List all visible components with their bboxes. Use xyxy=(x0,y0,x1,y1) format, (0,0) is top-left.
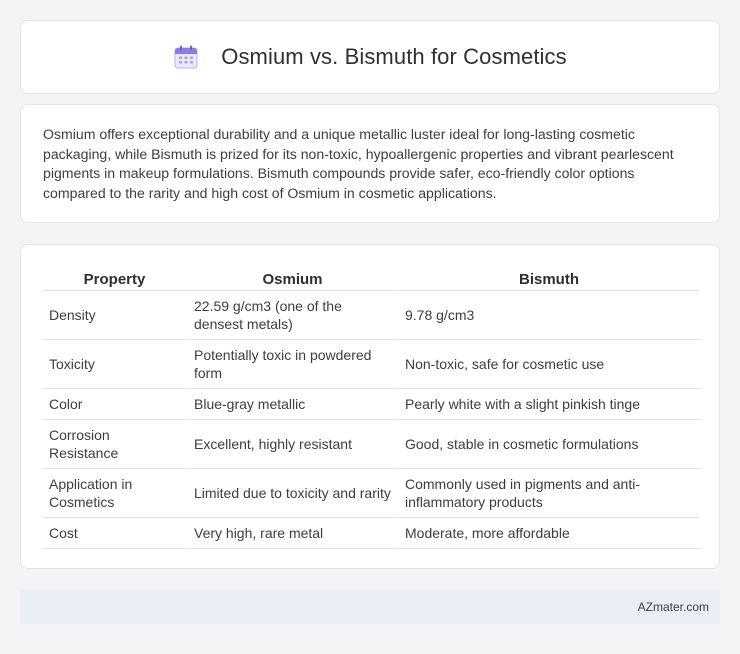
table-cell-osmium: Limited due to toxicity and rarity xyxy=(186,469,397,518)
calendar-icon xyxy=(173,44,199,70)
footer-site-label: AZmater.com xyxy=(637,600,709,614)
column-header-property: Property xyxy=(43,265,186,291)
table-header-row: Property Osmium Bismuth xyxy=(43,265,699,291)
table-row: Density 22.59 g/cm3 (one of the densest … xyxy=(43,291,699,340)
table-cell-property: Application in Cosmetics xyxy=(43,469,186,518)
title-card: Osmium vs. Bismuth for Cosmetics xyxy=(20,20,720,94)
table-cell-bismuth: Good, stable in cosmetic formulations xyxy=(397,420,699,469)
table-row: Toxicity Potentially toxic in powdered f… xyxy=(43,340,699,389)
table-cell-osmium: Blue-gray metallic xyxy=(186,389,397,420)
table-cell-osmium: Potentially toxic in powdered form xyxy=(186,340,397,389)
table-cell-bismuth: Moderate, more affordable xyxy=(397,518,699,549)
page-title: Osmium vs. Bismuth for Cosmetics xyxy=(221,44,567,69)
table-cell-bismuth: 9.78 g/cm3 xyxy=(397,291,699,340)
table-row: Application in Cosmetics Limited due to … xyxy=(43,469,699,518)
table-cell-property: Cost xyxy=(43,518,186,549)
summary-card: Osmium offers exceptional durability and… xyxy=(20,104,720,223)
comparison-table-card: Property Osmium Bismuth Density 22.59 g/… xyxy=(20,244,720,569)
table-cell-osmium: 22.59 g/cm3 (one of the densest metals) xyxy=(186,291,397,340)
table-cell-property: Toxicity xyxy=(43,340,186,389)
column-header-bismuth: Bismuth xyxy=(397,265,699,291)
table-cell-bismuth: Pearly white with a slight pinkish tinge xyxy=(397,389,699,420)
column-header-osmium: Osmium xyxy=(186,265,397,291)
table-cell-property: Density xyxy=(43,291,186,340)
summary-paragraph: Osmium offers exceptional durability and… xyxy=(43,126,674,201)
table-cell-property: Color xyxy=(43,389,186,420)
comparison-table: Property Osmium Bismuth Density 22.59 g/… xyxy=(43,265,699,549)
table-row: Cost Very high, rare metal Moderate, mor… xyxy=(43,518,699,549)
table-cell-osmium: Very high, rare metal xyxy=(186,518,397,549)
table-cell-property: Corrosion Resistance xyxy=(43,420,186,469)
footer-bar: AZmater.com xyxy=(20,590,720,624)
table-row: Corrosion Resistance Excellent, highly r… xyxy=(43,420,699,469)
table-cell-bismuth: Commonly used in pigments and anti-infla… xyxy=(397,469,699,518)
table-cell-bismuth: Non-toxic, safe for cosmetic use xyxy=(397,340,699,389)
table-cell-osmium: Excellent, highly resistant xyxy=(186,420,397,469)
table-row: Color Blue-gray metallic Pearly white wi… xyxy=(43,389,699,420)
